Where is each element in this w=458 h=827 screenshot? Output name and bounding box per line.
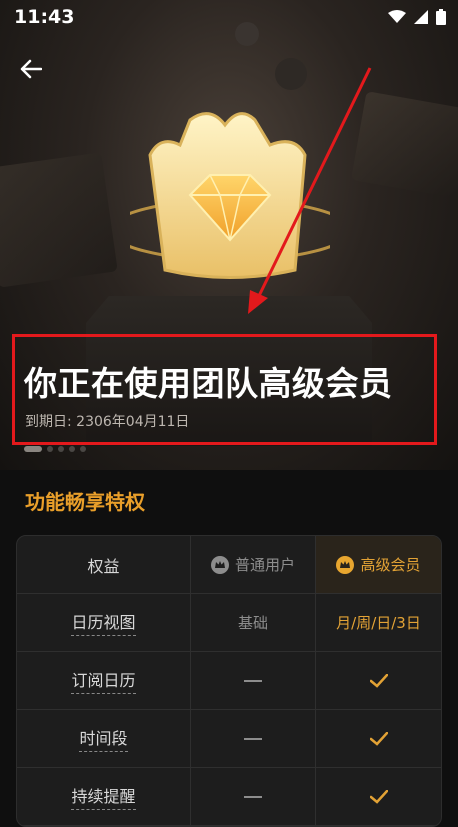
table-row: 日历视图 基础 月/周/日/3日 — [17, 594, 441, 652]
carousel-dot — [69, 446, 75, 452]
feature-label[interactable]: 日历视图 — [71, 609, 136, 636]
normal-value — [191, 652, 316, 709]
battery-icon — [436, 9, 446, 25]
feature-label[interactable]: 时间段 — [79, 725, 128, 752]
carousel-dot-active — [24, 446, 42, 452]
header-premium: 高级会员 — [316, 536, 441, 593]
feature-label[interactable]: 订阅日历 — [71, 667, 136, 694]
dash-icon — [244, 795, 262, 798]
crown-gold-icon — [336, 555, 355, 574]
privilege-table: 权益 普通用户 高级会员 日历视图 基础 月/周/日/3日 订阅日历 时间段 持… — [16, 535, 442, 827]
status-bar: 11:43 — [0, 0, 458, 34]
header-normal: 普通用户 — [191, 536, 316, 593]
feature-label[interactable]: 持续提醒 — [71, 783, 136, 810]
premium-value — [316, 768, 441, 825]
membership-headline: 你正在使用团队高级会员 — [24, 364, 393, 403]
table-header-row: 权益 普通用户 高级会员 — [17, 536, 441, 594]
premium-value: 月/周/日/3日 — [336, 614, 421, 632]
check-icon — [369, 731, 388, 746]
check-icon — [369, 789, 388, 804]
normal-value — [191, 768, 316, 825]
normal-value: 基础 — [191, 594, 316, 651]
section-title: 功能畅享特权 — [25, 490, 145, 514]
header-feature: 权益 — [17, 536, 191, 593]
crown-grey-icon — [210, 555, 229, 574]
check-icon — [369, 673, 388, 688]
carousel-dot — [47, 446, 53, 452]
table-row: 持续提醒 — [17, 768, 441, 826]
carousel-dot — [58, 446, 64, 452]
dash-icon — [244, 737, 262, 740]
arrow-left-icon — [20, 59, 42, 79]
carousel-dot — [80, 446, 86, 452]
status-time: 11:43 — [14, 6, 75, 28]
table-row: 订阅日历 — [17, 652, 441, 710]
premium-value — [316, 710, 441, 767]
signal-icon — [414, 10, 428, 24]
carousel-indicator — [24, 446, 86, 452]
premium-value — [316, 652, 441, 709]
wifi-icon — [388, 10, 406, 23]
normal-value — [191, 710, 316, 767]
back-button[interactable] — [14, 52, 48, 86]
table-row: 时间段 — [17, 710, 441, 768]
expiry-date: 到期日: 2306年04月11日 — [25, 414, 190, 430]
dash-icon — [244, 679, 262, 682]
